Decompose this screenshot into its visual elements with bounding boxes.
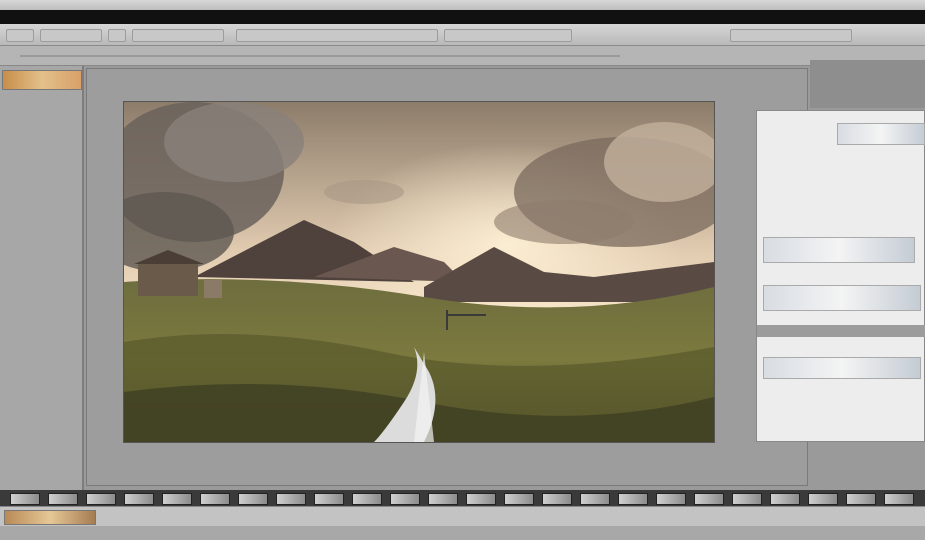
text-tool-button[interactable] [730,29,852,42]
panel-preview[interactable] [763,357,921,379]
filmstrip-frame[interactable] [618,493,648,505]
filmstrip-frame[interactable] [238,493,268,505]
filmstrip-frame[interactable] [352,493,382,505]
filmstrip-frame[interactable] [162,493,192,505]
bottom-thumbnail[interactable] [4,510,96,525]
filmstrip-frame[interactable] [656,493,686,505]
left-panel [0,66,84,490]
move-tool-button[interactable] [6,29,34,42]
top-strip [0,0,925,10]
filmstrip-frame[interactable] [542,493,572,505]
crop-tool-button[interactable] [132,29,224,42]
panel-preview[interactable] [837,123,925,145]
hand-tool-button[interactable] [108,29,126,42]
filmstrip-frame[interactable] [884,493,914,505]
filmstrip-frame[interactable] [428,493,458,505]
properties-panel [756,110,925,442]
filmstrip-frame[interactable] [694,493,724,505]
filmstrip-frame[interactable] [48,493,78,505]
panel-preview[interactable] [763,237,915,263]
filmstrip-frame[interactable] [846,493,876,505]
main-toolbar [0,24,925,46]
filmstrip-frame[interactable] [200,493,230,505]
zoom-tool-button[interactable] [40,29,102,42]
status-bar [0,526,925,540]
filmstrip-frame[interactable] [276,493,306,505]
filmstrip-frame[interactable] [10,493,40,505]
filmstrip-frame[interactable] [124,493,154,505]
panel-divider [757,325,925,337]
filmstrip-frame[interactable] [504,493,534,505]
canvas-image[interactable] [124,102,714,442]
panel-preview[interactable] [763,285,921,311]
filmstrip-frame[interactable] [580,493,610,505]
options-slider[interactable] [20,55,620,57]
brush-tool-button[interactable] [236,29,438,42]
title-bar [0,10,925,24]
landscape-photo [124,102,714,442]
bottom-bar [0,506,925,526]
filmstrip [0,490,925,506]
options-bar [0,46,925,66]
filmstrip-frame[interactable] [314,493,344,505]
right-panel-header [810,60,925,108]
layer-thumbnail[interactable] [2,70,82,90]
filmstrip-frame[interactable] [466,493,496,505]
filmstrip-frame[interactable] [732,493,762,505]
filmstrip-frame[interactable] [770,493,800,505]
filmstrip-frame[interactable] [808,493,838,505]
filmstrip-frame[interactable] [390,493,420,505]
eraser-tool-button[interactable] [444,29,572,42]
filmstrip-frame[interactable] [86,493,116,505]
